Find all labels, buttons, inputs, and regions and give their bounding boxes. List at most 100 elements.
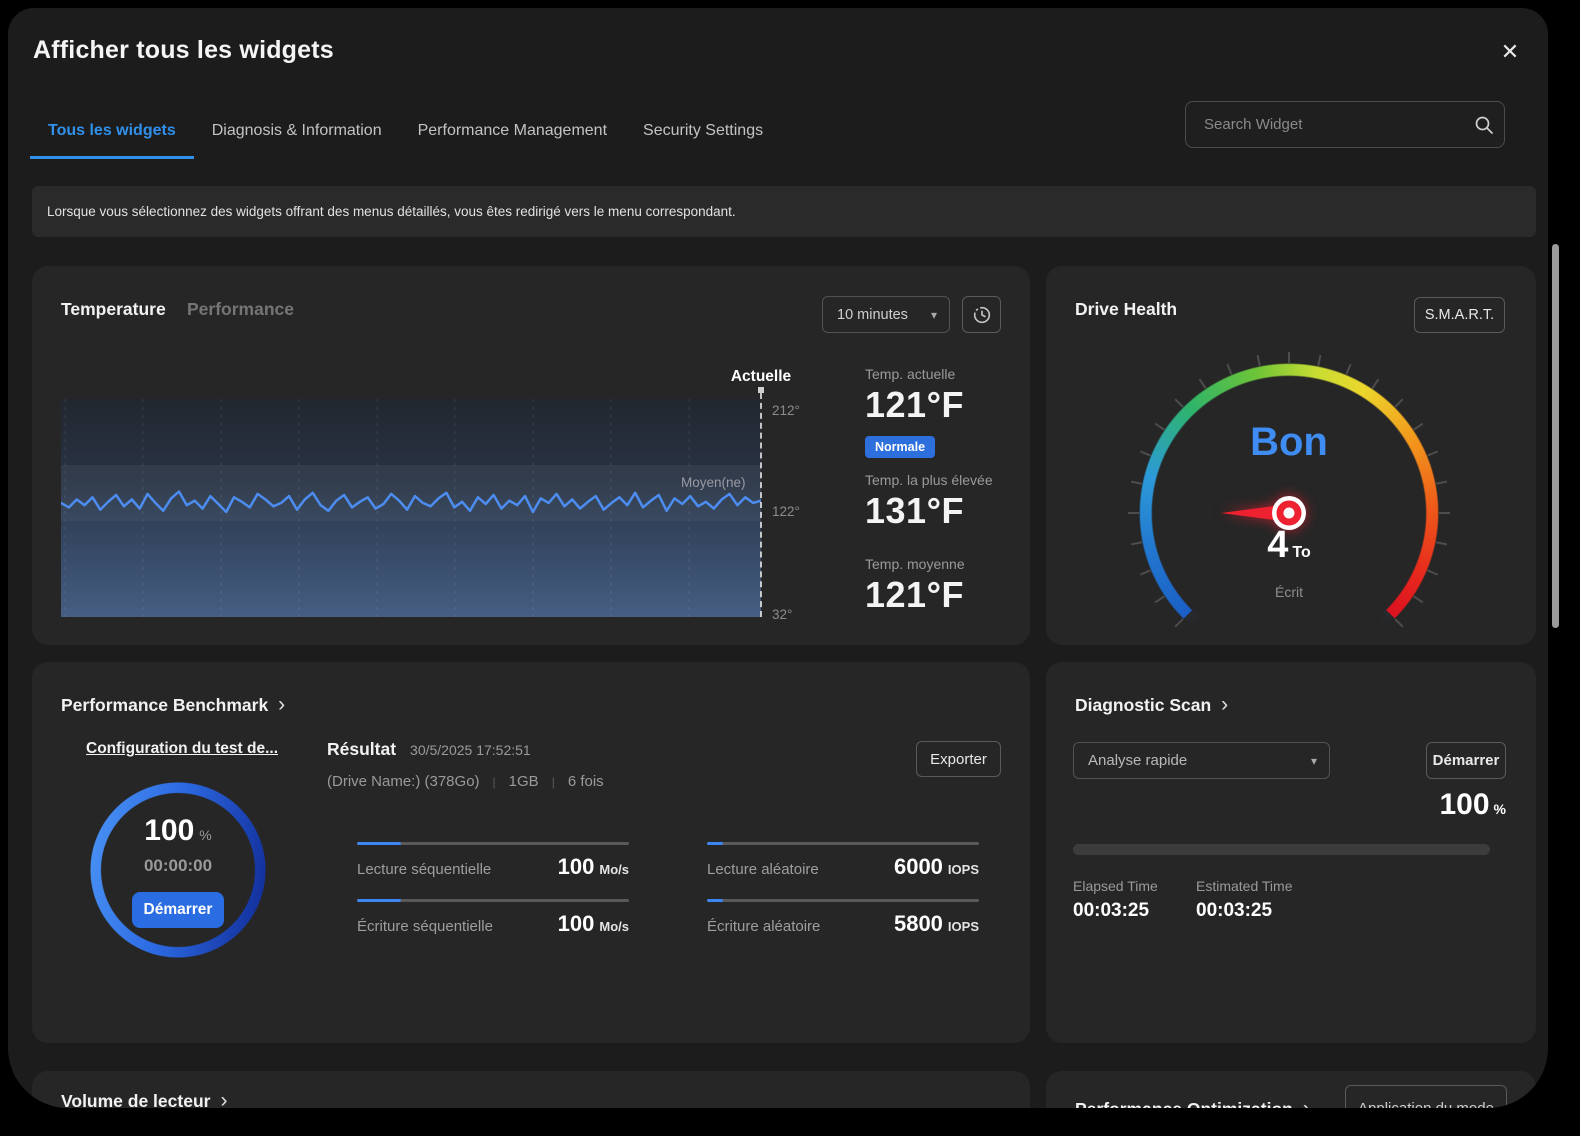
search-input[interactable]	[1186, 116, 1464, 133]
written-total: 4To	[1124, 524, 1454, 567]
temperature-line-chart	[61, 399, 761, 617]
widgets-modal: Afficher tous les widgets ✕ Tous les wid…	[8, 8, 1548, 1108]
diagnostic-start-button[interactable]: Démarrer	[1426, 742, 1506, 779]
highest-temp-label: Temp. la plus élevée	[865, 472, 993, 488]
temperature-tab[interactable]: Temperature	[61, 299, 166, 320]
metric-rand-write: Écriture aléatoire5800IOPS	[707, 899, 979, 937]
current-marker-line	[760, 393, 762, 617]
close-button[interactable]: ✕	[1492, 34, 1528, 70]
benchmark-progress-ring: 100 % 00:00:00 Démarrer	[90, 782, 266, 958]
diagnostic-progress: 100 %	[1439, 788, 1506, 822]
chevron-right-icon: ›	[1221, 693, 1228, 716]
estimated-time-value: 00:03:25	[1196, 900, 1272, 922]
progress-fill	[357, 899, 401, 902]
progress-fill	[707, 842, 723, 845]
chevron-right-icon: ›	[278, 693, 285, 716]
history-clock-button[interactable]	[962, 296, 1001, 333]
export-button[interactable]: Exporter	[916, 741, 1001, 777]
page-title: Afficher tous les widgets	[33, 36, 334, 65]
separator: |	[493, 775, 496, 789]
metric-seq-read: Lecture séquentielle100Mo/s	[357, 842, 629, 880]
separator: |	[552, 775, 555, 789]
temperature-chart: Moyen(ne)	[61, 399, 761, 617]
drive-health-title: Drive Health	[1075, 299, 1177, 320]
benchmark-test-config: (Drive Name:) (378Go) | 1GB | 6 fois	[327, 773, 604, 790]
chevron-right-icon: ›	[220, 1089, 227, 1108]
scan-type-dropdown[interactable]: Analyse rapide ▾	[1073, 742, 1330, 779]
progress-track	[357, 899, 629, 902]
estimated-time-label: Estimated Time	[1196, 878, 1292, 894]
drive-volume-title-link[interactable]: Volume de lecteur›	[61, 1091, 227, 1108]
current-marker-label: Actuelle	[731, 368, 791, 386]
result-timestamp: 30/5/2025 17:52:51	[410, 742, 531, 758]
current-temp-value: 121°F	[865, 384, 964, 426]
drive-volume-widget: Volume de lecteur›	[32, 1071, 1030, 1108]
history-clock-icon	[971, 304, 993, 326]
progress-fill	[357, 842, 401, 845]
performance-optimization-title-link[interactable]: Performance Optimization›	[1075, 1099, 1310, 1108]
performance-tab[interactable]: Performance	[187, 299, 294, 320]
metric-rand-read: Lecture aléatoire6000IOPS	[707, 842, 979, 880]
apply-mode-button[interactable]: Application du mode	[1345, 1085, 1507, 1108]
search-icon[interactable]	[1464, 115, 1504, 135]
scan-type-value: Analyse rapide	[1074, 752, 1311, 769]
progress-fill	[707, 899, 723, 902]
gauge-needle-icon	[1124, 348, 1454, 645]
search-widget-box	[1185, 101, 1505, 148]
drive-health-widget: Drive Health S.M.A.R.T. Bon 4To Écrit	[1046, 266, 1536, 645]
smart-button[interactable]: S.M.A.R.T.	[1414, 297, 1505, 333]
temp-status: Normale	[865, 436, 935, 458]
diagnostic-progress-bar	[1073, 844, 1490, 855]
average-temp-value: 121°F	[865, 574, 964, 616]
normal-range-band	[61, 465, 761, 521]
elapsed-time-label: Elapsed Time	[1073, 878, 1158, 894]
benchmark-title-link[interactable]: Performance Benchmark›	[61, 695, 285, 716]
performance-benchmark-widget: Performance Benchmark› Configuration du …	[32, 662, 1030, 1043]
temperature-widget: Temperature Performance 10 minutes ▾	[32, 266, 1030, 645]
chevron-right-icon: ›	[1303, 1097, 1310, 1108]
average-temp-label: Temp. moyenne	[865, 556, 965, 572]
diagnostic-scan-widget: Diagnostic Scan› Analyse rapide ▾ Démarr…	[1046, 662, 1536, 1043]
benchmark-progress: 100 %	[90, 814, 266, 848]
info-banner: Lorsque vous sélectionnez des widgets of…	[32, 186, 1536, 237]
test-size: 1GB	[509, 773, 539, 790]
benchmark-timer: 00:00:00	[90, 856, 266, 876]
drive-info: (Drive Name:) (378Go)	[327, 773, 480, 790]
benchmark-result-header: Résultat 30/5/2025 17:52:51	[327, 739, 531, 760]
diagnostic-title-link[interactable]: Diagnostic Scan›	[1075, 695, 1228, 716]
tab-performance-management[interactable]: Performance Management	[400, 116, 625, 159]
progress-track	[707, 899, 979, 902]
metric-seq-write: Écriture séquentielle100Mo/s	[357, 899, 629, 937]
interval-dropdown[interactable]: 10 minutes ▾	[822, 296, 950, 333]
status-badge: Normale	[865, 436, 935, 458]
tab-tous-les-widgets[interactable]: Tous les widgets	[30, 116, 194, 159]
written-unit: To	[1292, 544, 1310, 561]
scrollbar-thumb[interactable]	[1552, 244, 1559, 628]
progress-track	[707, 842, 979, 845]
highest-temp-value: 131°F	[865, 490, 964, 532]
written-label: Écrit	[1124, 584, 1454, 600]
benchmark-config-link[interactable]: Configuration du test de...	[86, 740, 278, 758]
test-count: 6 fois	[568, 773, 604, 790]
close-icon: ✕	[1501, 39, 1519, 65]
current-temp-label: Temp. actuelle	[865, 366, 955, 382]
benchmark-start-button[interactable]: Démarrer	[132, 892, 224, 928]
tab-security-settings[interactable]: Security Settings	[625, 116, 781, 159]
performance-optimization-widget: Performance Optimization› Application du…	[1046, 1071, 1536, 1108]
axis-tick-min: 32°	[772, 607, 792, 622]
screen: Afficher tous les widgets ✕ Tous les wid…	[0, 0, 1580, 1136]
written-value: 4	[1267, 524, 1288, 566]
info-banner-text: Lorsque vous sélectionnez des widgets of…	[47, 204, 736, 219]
result-label: Résultat	[327, 739, 396, 760]
axis-tick-max: 212°	[772, 403, 800, 418]
chevron-down-icon: ▾	[1311, 754, 1329, 768]
chevron-down-icon: ▾	[931, 308, 949, 322]
axis-tick-mid: 122°	[772, 504, 800, 519]
elapsed-time-value: 00:03:25	[1073, 900, 1149, 922]
interval-value: 10 minutes	[823, 307, 931, 323]
health-gauge: Bon 4To Écrit	[1124, 348, 1454, 645]
series-label: Moyen(ne)	[681, 475, 746, 490]
tab-diagnosis-information[interactable]: Diagnosis & Information	[194, 116, 400, 159]
tab-bar: Tous les widgets Diagnosis & Information…	[30, 116, 781, 159]
progress-track	[357, 842, 629, 845]
